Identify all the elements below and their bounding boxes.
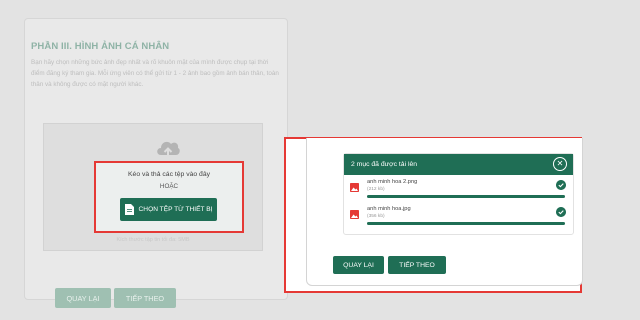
check-circle-icon — [556, 207, 566, 217]
upload-header: 2 mục đã được tải lên ✕ — [344, 154, 573, 175]
upload-result-highlight: 2 mục đã được tải lên ✕ anh minh hoa 2.p… — [284, 137, 583, 293]
close-icon[interactable]: ✕ — [553, 157, 567, 171]
upload-count-text: 2 mục đã được tải lên — [351, 161, 418, 168]
section-description: Bạn hãy chọn những bức ảnh đẹp nhất và r… — [31, 59, 279, 88]
back-button-faded[interactable]: QUAY LẠI — [55, 288, 111, 308]
next-button-faded[interactable]: TIẾP THEO — [114, 288, 176, 308]
check-circle-icon — [556, 180, 566, 190]
file-row: anh minh hoa.jpg (356 kb) — [350, 206, 568, 230]
file-icon — [124, 204, 134, 215]
next-button[interactable]: TIẾP THEO — [388, 256, 446, 274]
or-text: HOẶC — [159, 183, 179, 190]
file-size-limit-note: Kích thước tập tin tối đa: 5MB — [116, 237, 190, 243]
uploaded-files-card: 2 mục đã được tải lên ✕ anh minh hoa 2.p… — [343, 153, 574, 235]
back-button[interactable]: QUAY LẠI — [333, 256, 384, 274]
image-file-icon — [350, 183, 359, 192]
section-title: PHẦN III. HÌNH ẢNH CÁ NHÂN — [31, 41, 170, 52]
file-size: (212 kb) — [367, 187, 385, 192]
image-file-icon — [350, 210, 359, 219]
file-row: anh minh hoa 2.png (212 kb) — [350, 179, 568, 203]
choose-file-label: CHỌN TỆP TỪ THIẾT BỊ — [138, 206, 213, 213]
upload-progress-bar — [367, 195, 565, 198]
upload-progress-bar — [367, 222, 565, 225]
file-name: anh minh hoa 2.png — [367, 179, 418, 185]
upload-result-panel: 2 mục đã được tải lên ✕ anh minh hoa 2.p… — [306, 138, 583, 286]
file-size: (356 kb) — [367, 214, 385, 219]
dropzone-highlight: Kéo và thả các tệp vào đây HOẶC CHỌN TỆP… — [94, 161, 244, 233]
upload-progress-fill — [367, 195, 565, 198]
drag-drop-text: Kéo và thả các tệp vào đây — [128, 171, 210, 178]
choose-file-button[interactable]: CHỌN TỆP TỪ THIẾT BỊ — [120, 198, 217, 221]
upload-progress-fill — [367, 222, 565, 225]
file-name: anh minh hoa.jpg — [367, 206, 411, 212]
photo-section-panel: PHẦN III. HÌNH ẢNH CÁ NHÂN Bạn hãy chọn … — [24, 18, 288, 308]
cloud-upload-icon — [157, 141, 180, 158]
